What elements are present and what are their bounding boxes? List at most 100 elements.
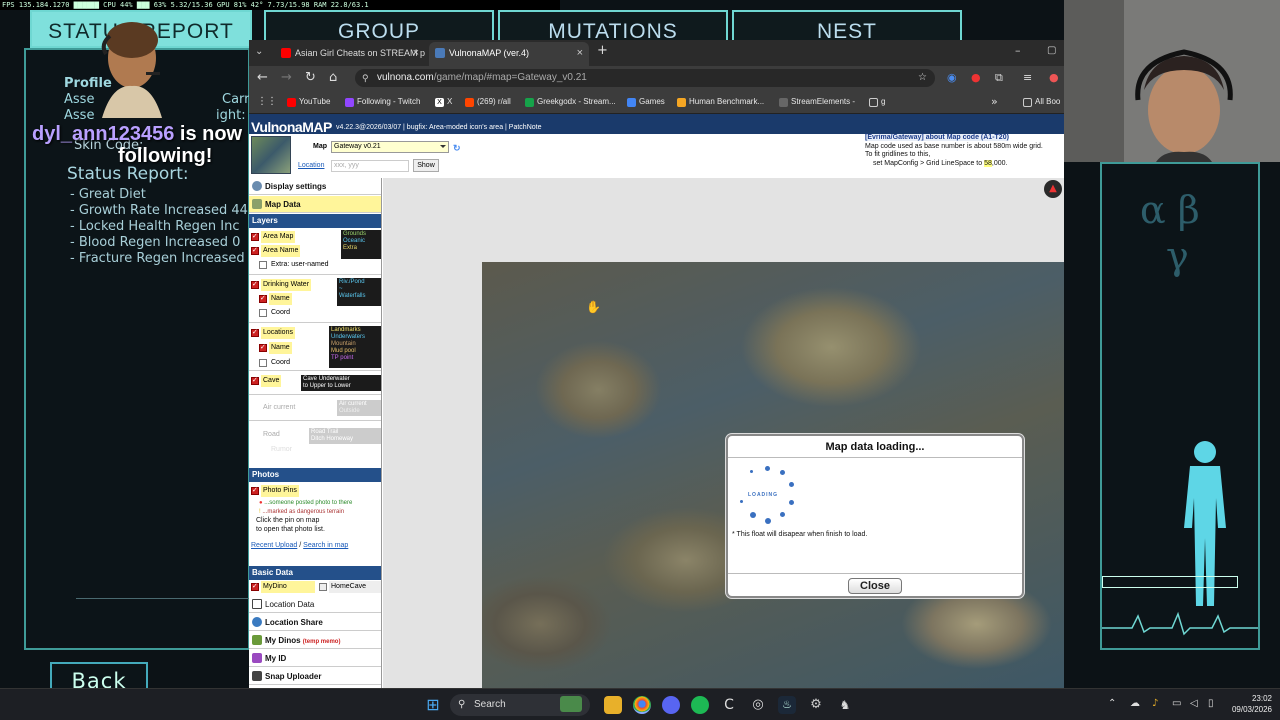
location-name-checkbox[interactable] [259, 343, 267, 352]
steam-icon[interactable]: ♨ [778, 696, 796, 714]
taskbar-clock[interactable]: 23:02 09/03/2026 [1232, 693, 1272, 715]
network-icon[interactable]: ▭ [1172, 698, 1181, 709]
location-coord-label[interactable]: Coord [269, 357, 292, 369]
my-id[interactable]: My ID [249, 650, 381, 667]
id-card-icon [252, 653, 262, 663]
chevron-up-icon[interactable]: ⌃ [1108, 698, 1116, 709]
windows-start-icon[interactable]: ⊞ [424, 696, 442, 714]
close-button[interactable]: Close [848, 578, 902, 594]
spotify-icon[interactable] [691, 696, 709, 714]
taskbar-search[interactable]: ⚲ Search [450, 694, 590, 716]
location-name-label[interactable]: Name [269, 342, 292, 354]
location-data[interactable]: Location Data [249, 596, 381, 613]
bookmark-x[interactable]: XX [435, 94, 452, 110]
bookmark-star-icon[interactable]: ☆ [918, 69, 927, 87]
photo-pins-checkbox[interactable] [251, 486, 259, 495]
media-icon[interactable]: ≡ [1023, 70, 1032, 86]
settings-gear-icon[interactable]: ⚙ [807, 696, 825, 714]
bookmark-human-benchmark[interactable]: Human Benchmark... [677, 94, 764, 110]
bookmark-reddit[interactable]: (269) r/all [465, 94, 511, 110]
mydino-checkbox[interactable] [251, 582, 259, 591]
apps-grid-icon[interactable]: ⋮⋮ [257, 94, 277, 110]
app-c-icon[interactable]: C [720, 696, 738, 714]
drinking-water-label[interactable]: Drinking Water [261, 279, 312, 291]
bookmark-folder-g[interactable]: g [869, 94, 885, 110]
profile-avatar-icon[interactable]: ● [1049, 70, 1059, 86]
compass-icon[interactable]: ▲ [1044, 180, 1062, 198]
browser-tab-youtube[interactable]: Asian Girl Cheats on STREAM p × [275, 42, 425, 66]
home-icon[interactable]: ⌂ [329, 70, 337, 86]
location-share[interactable]: Location Share [249, 614, 381, 631]
homecave-checkbox[interactable] [319, 583, 327, 591]
photo-pins-label[interactable]: Photo Pins [261, 485, 299, 497]
microphone-icon[interactable]: ♪ [1152, 698, 1158, 709]
location-link[interactable]: Location [298, 162, 324, 169]
road-label[interactable]: Road [261, 429, 282, 441]
area-name-label[interactable]: Area Name [261, 245, 301, 257]
locations-label[interactable]: Locations [261, 327, 295, 339]
show-button[interactable]: Show [413, 159, 439, 172]
area-map-label[interactable]: Area Map [261, 231, 296, 243]
drinking-water-checkbox[interactable] [251, 280, 259, 289]
my-dinos[interactable]: My Dinos (temp memo) [249, 632, 381, 649]
bookmarks-overflow[interactable]: » [991, 94, 998, 110]
tab-search-icon[interactable]: ⌄ [255, 44, 263, 60]
game-icon[interactable]: ♞ [836, 696, 854, 714]
new-tab-button[interactable]: + [597, 43, 608, 59]
location-coord-checkbox[interactable] [259, 359, 267, 367]
bookmark-streamelements[interactable]: StreamElements - [779, 94, 855, 110]
snap-uploader[interactable]: Snap Uploader [249, 668, 381, 685]
water-coord-checkbox[interactable] [259, 309, 267, 317]
address-bar[interactable]: ⚲ vulnona.com/game/map/#map=Gateway_v0.2… [355, 69, 935, 87]
site-info-icon[interactable]: ⚲ [362, 69, 369, 87]
water-name-checkbox[interactable] [259, 294, 267, 303]
extra-user-named-label[interactable]: Extra: user-named [269, 259, 331, 271]
extensions-puzzle-icon[interactable]: ⧉ [995, 70, 1003, 86]
browser-tab-vulnona[interactable]: VulnonaMAP (ver.4) × [429, 42, 589, 66]
search-in-map-link[interactable]: Search in map [303, 542, 348, 549]
refresh-icon[interactable]: ↻ [453, 143, 461, 154]
obs-icon[interactable]: ◎ [749, 696, 767, 714]
water-name-label[interactable]: Name [269, 293, 292, 305]
close-icon[interactable]: × [413, 42, 419, 64]
all-bookmarks[interactable]: All Boo [1023, 94, 1060, 110]
map-select[interactable]: Gateway v0.21 [331, 141, 449, 153]
version-line[interactable]: v4.22.3@2026/03/07 | bugfix: Area-moded … [336, 124, 542, 131]
location-input[interactable]: xxx, yyy [331, 160, 409, 172]
extra-user-named-checkbox[interactable] [259, 261, 267, 269]
locations-checkbox[interactable] [251, 328, 259, 337]
bookmark-games[interactable]: Games [627, 94, 665, 110]
reload-icon[interactable]: ↻ [305, 70, 316, 86]
map-data[interactable]: Map Data [249, 196, 381, 213]
cloud-icon[interactable]: ☁ [1130, 698, 1140, 709]
file-explorer-icon[interactable] [604, 696, 622, 714]
cave-checkbox[interactable] [251, 376, 259, 385]
bookmark-twitch[interactable]: Following - Twitch [345, 94, 420, 110]
water-coord-label[interactable]: Coord [269, 307, 292, 319]
recent-upload-link[interactable]: Recent Upload [251, 542, 297, 549]
discord-icon[interactable] [662, 696, 680, 714]
display-settings[interactable]: Display settings [249, 178, 381, 195]
maximize-icon[interactable]: ▢ [1047, 43, 1056, 59]
site-logo[interactable]: VulnonaMAP [251, 119, 332, 135]
battery-icon[interactable]: ▯ [1208, 698, 1214, 709]
area-name-checkbox[interactable] [251, 246, 259, 255]
homecave-label[interactable]: HomeCave [329, 581, 381, 593]
rumor-label[interactable]: Rumor [269, 444, 294, 456]
minimize-icon[interactable]: – [1015, 43, 1021, 59]
extension-icon[interactable]: ◉ [947, 70, 957, 86]
back-arrow-icon[interactable]: ← [257, 70, 268, 86]
extension-icon[interactable]: ● [971, 70, 981, 86]
close-icon[interactable]: × [577, 42, 583, 64]
bookmark-greekgodx[interactable]: Greekgodx - Stream... [525, 94, 616, 110]
cave-label[interactable]: Cave [261, 375, 282, 387]
volume-icon[interactable]: ◁ [1190, 698, 1198, 709]
notice-title[interactable]: [Evrima/Gateway] about Map code (A1-T20) [865, 134, 1009, 141]
map-view[interactable]: ▲ ✋ Map data loading... LOADING * This f… [383, 178, 1064, 688]
chrome-icon[interactable] [633, 696, 651, 714]
forward-arrow-icon[interactable]: → [281, 70, 292, 86]
area-map-checkbox[interactable] [251, 232, 259, 241]
mydino-label[interactable]: MyDino [261, 581, 315, 593]
bookmark-youtube[interactable]: YouTube [287, 94, 330, 110]
air-current-label[interactable]: Air current [261, 402, 297, 414]
